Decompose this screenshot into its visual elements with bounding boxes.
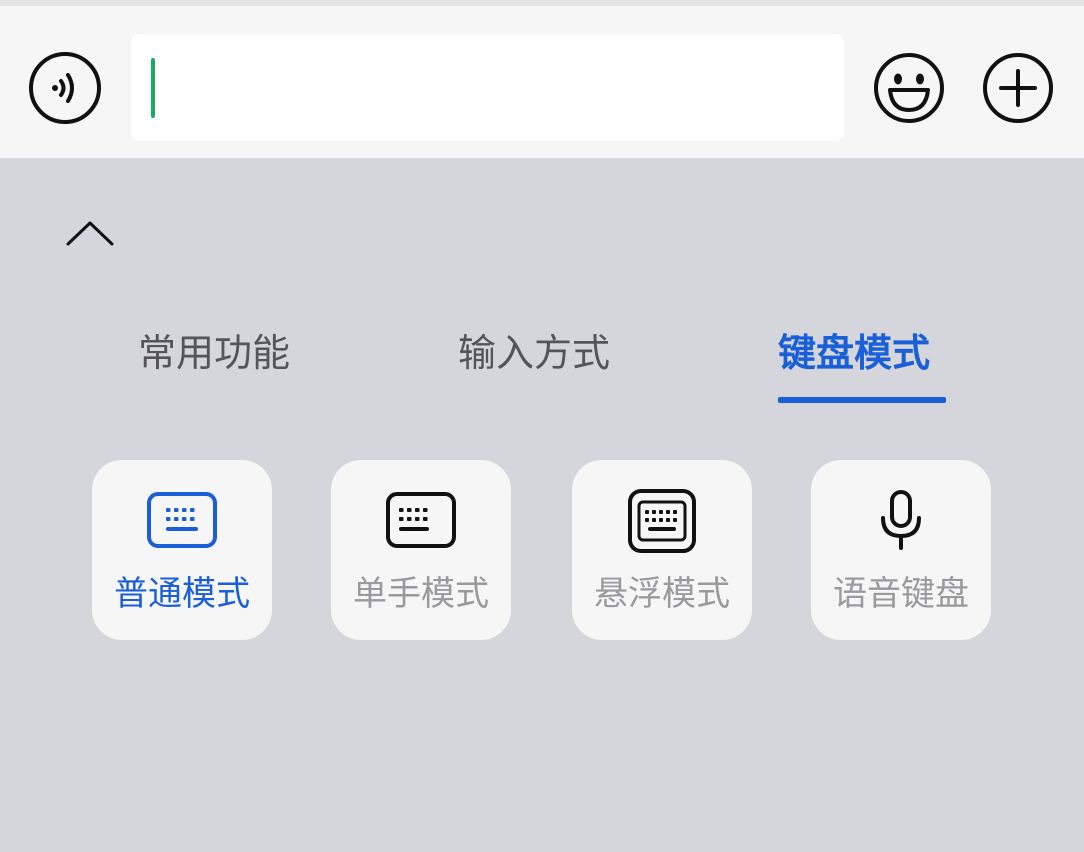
tab-common-functions[interactable]: 常用功能 (138, 328, 290, 378)
plus-icon (983, 53, 1053, 123)
tab-input-methods[interactable]: 输入方式 (458, 328, 610, 378)
mode-voice-keyboard-button[interactable]: 语音键盘 (811, 460, 991, 640)
active-tab-indicator (778, 397, 946, 403)
mode-one-hand-button[interactable]: 单手模式 (331, 460, 511, 640)
tab-keyboard-mode[interactable]: 键盘模式 (778, 328, 930, 378)
emoji-button[interactable] (873, 52, 945, 124)
input-bar (0, 0, 1084, 158)
voice-input-button[interactable] (29, 52, 101, 124)
mode-floating-label: 悬浮模式 (594, 574, 730, 614)
keyboard-one-hand-icon (386, 492, 456, 548)
mode-normal-label: 普通模式 (114, 574, 250, 614)
mode-normal-button[interactable]: 普通模式 (92, 460, 272, 640)
emoji-icon (874, 53, 944, 123)
text-caret (151, 58, 155, 118)
keyboard-icon (147, 492, 217, 548)
message-input[interactable] (131, 34, 844, 141)
mode-floating-button[interactable]: 悬浮模式 (572, 460, 752, 640)
collapse-panel-button[interactable] (60, 208, 120, 258)
mode-voice-keyboard-label: 语音键盘 (833, 574, 969, 614)
chevron-up-icon (66, 221, 114, 246)
keyboard-floating-icon (628, 489, 696, 553)
mode-one-hand-label: 单手模式 (353, 574, 489, 614)
add-button[interactable] (982, 52, 1054, 124)
microphone-icon (881, 490, 921, 550)
voice-input-icon (52, 73, 74, 103)
